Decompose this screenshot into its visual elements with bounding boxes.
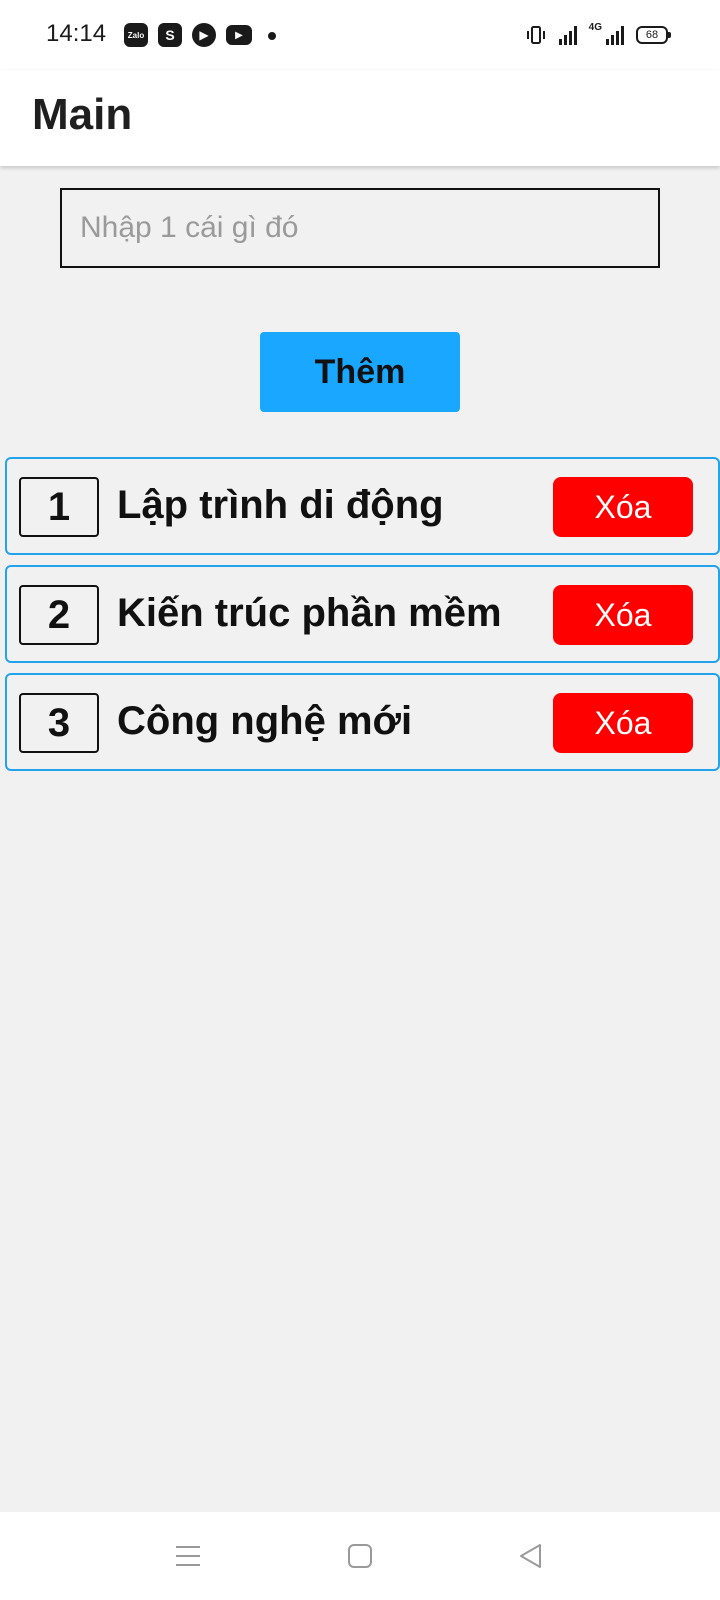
item-title: Kiến trúc phần mềm [117,591,502,635]
list-item: 1 Lập trình di động Xóa [5,457,720,555]
status-time: 14:14 [46,20,107,47]
item-number: 3 [19,693,99,753]
item-number: 2 [19,585,99,645]
app-bar: Main [0,70,720,166]
status-indicators: 4G 68 [525,22,671,48]
notification-dot-icon [268,32,276,40]
battery-icon: 68 [636,26,671,44]
status-bar: 14:14 Zalo S ▶ ▶ 4G 68 [0,0,720,70]
vibrate-icon [526,26,545,44]
delete-button[interactable]: Xóa [553,477,693,537]
page-title: Main [32,90,133,139]
shopee-icon: S [158,23,182,47]
signal-4g-icon [606,25,624,45]
item-title: Lập trình di động [117,483,444,527]
add-button[interactable]: Thêm [260,332,460,412]
play-icon: ▶ [192,23,216,47]
menu-icon[interactable] [168,1538,208,1574]
back-icon[interactable] [510,1538,550,1574]
delete-button[interactable]: Xóa [553,693,693,753]
zalo-icon: Zalo [124,23,148,47]
signal-icon [558,25,577,45]
item-number: 1 [19,477,99,537]
network-type: 4G [588,22,602,33]
list-item: 2 Kiến trúc phần mềm Xóa [5,565,720,663]
home-icon[interactable] [340,1538,380,1574]
item-list: 1 Lập trình di động Xóa 2 Kiến trúc phần… [5,457,720,781]
navigation-bar [0,1512,720,1600]
list-item: 3 Công nghệ mới Xóa [5,673,720,771]
delete-button[interactable]: Xóa [553,585,693,645]
youtube-icon: ▶ [226,25,252,45]
item-title: Công nghệ mới [117,699,413,743]
item-input[interactable] [60,188,660,268]
